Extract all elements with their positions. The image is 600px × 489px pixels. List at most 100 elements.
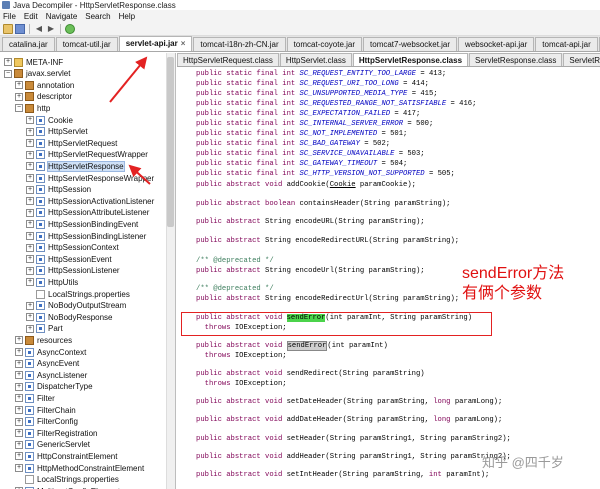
tree-node-httpsessionlistener[interactable]: + HttpSessionListener [26,265,120,277]
menu-edit[interactable]: Edit [24,12,38,21]
tree-node-http[interactable]: − http [15,102,50,114]
expand-icon[interactable]: + [26,324,34,333]
class-tab-httpservletrequest-class[interactable]: HttpServletRequest.class [177,53,279,66]
expand-icon[interactable]: + [26,174,34,182]
expand-icon[interactable]: + [15,429,23,438]
tree-node-httpsessionactivationlistener[interactable]: + HttpSessionActivationListener [26,195,154,207]
expand-icon[interactable]: + [26,220,34,229]
jar-tab-tomcat-util-jar[interactable]: tomcat-util.jar [55,37,118,51]
code-line: public static final int SC_SERVICE_UNAVA… [196,149,425,159]
tree-node-meta-inf[interactable]: + META-INF [4,56,63,68]
class-tab-httpservlet-class[interactable]: HttpServlet.class [279,53,352,66]
tree-node-multipartconfigelement[interactable]: +MultipartConfigElement [15,485,120,489]
class-tab-servletrequ[interactable]: ServletRequ [563,53,600,66]
collapse-icon[interactable]: − [15,104,23,113]
tree-node-asynclistener[interactable]: + AsyncListener [15,369,87,381]
class-tab-servletresponse-class[interactable]: ServletResponse.class [469,53,563,66]
expand-icon[interactable]: + [15,371,23,380]
expand-icon[interactable]: + [26,243,34,252]
jar-tab-servlet-api-jar[interactable]: servlet-api.jar × [118,36,193,51]
tree-node-httpsessionattributelistener[interactable]: + HttpSessionAttributeListener [26,207,149,219]
expand-icon[interactable]: + [15,452,23,461]
tree-node-httpservlet[interactable]: + HttpServlet [26,126,88,138]
tree-node-asynccontext[interactable]: + AsyncContext [15,346,86,358]
expand-icon[interactable]: + [26,116,34,124]
expand-icon[interactable]: + [26,162,34,171]
save-icon[interactable] [15,23,25,34]
tree-node-asyncevent[interactable]: + AsyncEvent [15,358,79,370]
expand-icon[interactable]: + [26,197,34,206]
menu-file[interactable]: File [3,12,16,21]
expand-icon[interactable]: + [15,92,23,101]
go-icon[interactable] [65,23,75,34]
expand-icon[interactable]: + [26,313,34,322]
tree-scroll-thumb[interactable] [167,57,174,227]
close-icon[interactable]: × [181,39,186,48]
tree-node-httputils[interactable]: + HttpUtils [26,276,78,288]
expand-icon[interactable]: + [26,139,34,148]
expand-icon[interactable]: + [15,417,23,426]
tree-node-filterconfig[interactable]: + FilterConfig [15,416,78,428]
expand-icon[interactable]: + [15,359,23,368]
menu-search[interactable]: Search [85,12,110,21]
tree-node-genericservlet[interactable]: + GenericServlet [15,439,90,451]
jar-tab-tomcat-coyote-jar[interactable]: tomcat-coyote.jar [286,37,363,51]
tree-node-httpservletrequestwrapper[interactable]: + HttpServletRequestWrapper [26,149,148,161]
tree-node-filterregistration[interactable]: + FilterRegistration [15,427,97,439]
tree-node-cookie[interactable]: + Cookie [26,114,73,126]
tree-node-descriptor[interactable]: + descriptor [15,91,72,103]
expand-icon[interactable]: + [15,348,23,356]
tree-node-httpmethodconstraintelement[interactable]: + HttpMethodConstraintElement [15,462,144,474]
expand-icon[interactable]: + [26,255,34,264]
tree-scrollbar[interactable] [166,53,175,489]
jar-tab-tomcat7-websocket-jar[interactable]: tomcat7-websocket.jar [363,37,458,51]
expand-icon[interactable]: + [26,278,34,287]
tree-node-filter[interactable]: + Filter [15,392,55,404]
expand-icon[interactable]: + [26,301,34,310]
tree-node-filterchain[interactable]: + FilterChain [15,404,76,416]
tree-node-nobodyoutputstream[interactable]: + NoBodyOutputStream [26,300,126,312]
tree-node-httpservletrequest[interactable]: + HttpServletRequest [26,137,117,149]
expand-icon[interactable]: + [15,440,23,449]
expand-icon[interactable]: + [26,208,34,217]
expand-icon[interactable]: + [15,382,23,391]
collapse-icon[interactable]: − [4,69,12,78]
expand-icon[interactable]: + [15,336,23,345]
forward-icon[interactable]: ▶ [46,24,56,34]
expand-icon[interactable]: + [15,81,23,90]
class-tab-httpservletresponse-class[interactable]: HttpServletResponse.class [352,53,469,66]
tree-node-httpsessioncontext[interactable]: + HttpSessionContext [26,242,119,254]
tree-node-httpsessionevent[interactable]: + HttpSessionEvent [26,253,112,265]
expand-icon[interactable]: + [26,150,34,159]
tree-node-resources[interactable]: + resources [15,334,72,346]
tree-node-localstrings-properties[interactable]: LocalStrings.properties [15,474,119,486]
tree-node-localstrings-properties[interactable]: LocalStrings.properties [26,288,130,300]
menu-help[interactable]: Help [119,12,135,21]
back-icon[interactable]: ◀ [34,24,44,34]
jar-tab-tomcat-i18n-zh-cn-jar[interactable]: tomcat-i18n-zh-CN.jar [193,37,286,51]
tree-node-part[interactable]: + Part [26,323,63,335]
tree-node-httpservletresponse[interactable]: + HttpServletResponse [26,160,125,172]
tree-node-httpsessionbindinglistener[interactable]: + HttpSessionBindingListener [26,230,146,242]
expand-icon[interactable]: + [15,464,23,472]
expand-icon[interactable]: + [26,185,34,194]
expand-icon[interactable]: + [26,266,34,275]
open-icon[interactable] [3,23,13,34]
tree-node-httpservletresponsewrapper[interactable]: + HttpServletResponseWrapper [26,172,154,184]
tree-node-httpsessionbindingevent[interactable]: + HttpSessionBindingEvent [26,218,138,230]
tree-node-javax-servlet[interactable]: − javax.servlet [4,68,70,80]
menu-navigate[interactable]: Navigate [46,12,78,21]
expand-icon[interactable]: + [15,394,23,403]
expand-icon[interactable]: + [26,232,34,240]
expand-icon[interactable]: + [4,58,12,66]
tree-node-httpsession[interactable]: + HttpSession [26,184,91,196]
jar-tab-catalina-jar[interactable]: catalina.jar [2,37,55,51]
tree-node-annotation[interactable]: + annotation [15,79,74,91]
expand-icon[interactable]: + [26,127,34,136]
tree-node-nobodyresponse[interactable]: + NoBodyResponse [26,311,112,323]
tree-node-dispatchertype[interactable]: + DispatcherType [15,381,93,393]
tree-node-httpconstraintelement[interactable]: + HttpConstraintElement [15,450,117,462]
jar-tab-websocket-api-jar[interactable]: websocket-api.jar [458,37,535,51]
expand-icon[interactable]: + [15,406,23,414]
jar-tab-tomcat-api-jar[interactable]: tomcat-api.jar [535,37,598,51]
